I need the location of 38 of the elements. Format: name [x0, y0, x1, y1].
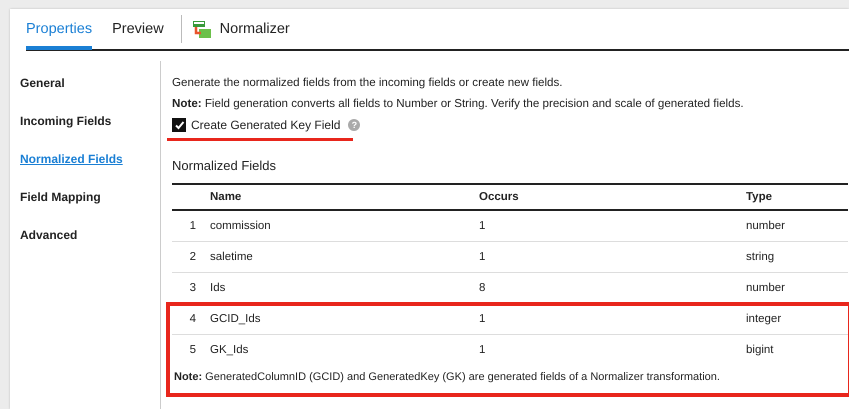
- section-title: Normalized Fields: [172, 158, 278, 173]
- sidebar-item[interactable]: Incoming Fields: [20, 113, 160, 151]
- table-cell-text: number: [746, 282, 786, 294]
- sidebar-item[interactable]: Normalized Fields: [20, 151, 160, 189]
- table-cell-text: commission: [210, 220, 272, 232]
- tab[interactable]: Properties: [26, 10, 92, 50]
- sidebar-item[interactable]: Advanced: [20, 227, 160, 265]
- row-number: 3: [188, 282, 197, 294]
- table-cell-text: 1: [479, 220, 486, 232]
- table-cell-text: 8: [479, 282, 486, 294]
- column-header: Name: [210, 191, 242, 203]
- table-cell-text: bigint: [746, 344, 774, 356]
- column-header: Type: [746, 191, 773, 203]
- sidebar-item[interactable]: Field Mapping: [20, 189, 160, 227]
- table-cell-text: GK_Ids: [210, 344, 250, 356]
- column-header: Occurs: [479, 191, 520, 203]
- sidebar-item[interactable]: General: [20, 75, 160, 113]
- tab[interactable]: Preview: [112, 10, 164, 50]
- table-cell-text: Ids: [210, 282, 226, 294]
- row-number: 5: [188, 344, 197, 356]
- note-text: Note: Field generation converts all fields to Number or String. Verify the precision and scale of generated fields.: [172, 96, 745, 111]
- table-cell-text: string: [746, 251, 776, 263]
- table-cell-text: integer: [746, 313, 782, 325]
- table-cell-text: GCID_Ids: [210, 313, 262, 325]
- table-cell-text: 1: [479, 313, 486, 325]
- checkbox-label: Create Generated Key Field: [191, 118, 340, 132]
- component-title: Normalizer: [220, 21, 290, 37]
- row-number: 2: [188, 251, 197, 263]
- footnote-text: Note: GeneratedColumnID (GCID) and GeneratedKey (GK) are generated fields of a Normalizer transformation.: [173, 370, 721, 385]
- table-icon: [192, 19, 212, 39]
- table-cell-text: 1: [479, 344, 486, 356]
- row-number: 4: [188, 313, 197, 325]
- table-cell-text: number: [746, 220, 786, 232]
- checkbox[interactable]: [172, 118, 186, 132]
- table-cell-text: saletime: [210, 251, 254, 263]
- table-cell-text: 1: [479, 251, 486, 263]
- description-text: Generate the normalized fields from the incoming fields or create new fields.: [172, 75, 564, 90]
- row-number: 1: [188, 220, 197, 232]
